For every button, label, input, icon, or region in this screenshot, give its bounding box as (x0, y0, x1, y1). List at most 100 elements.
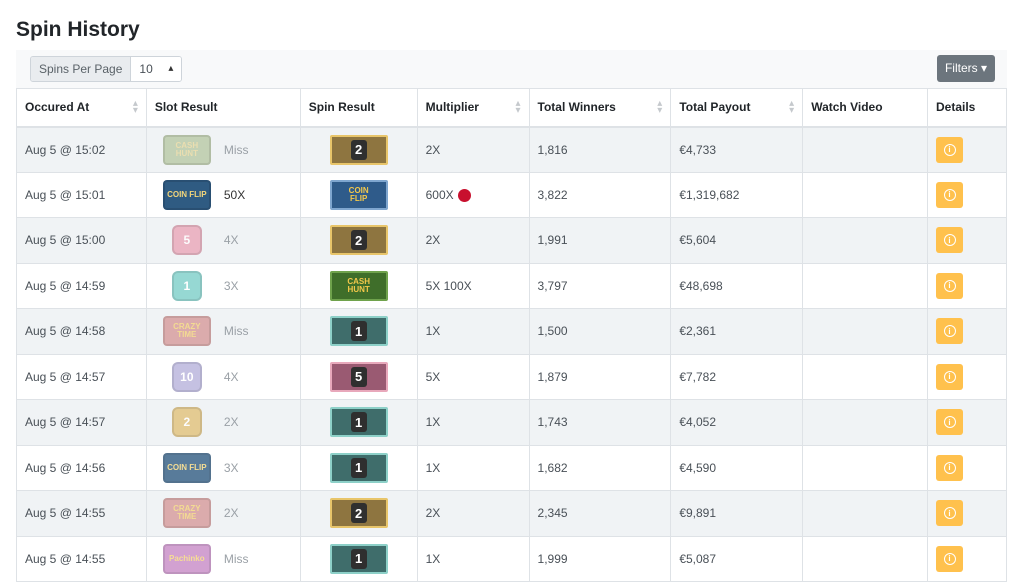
1-spin-icon: 1 (329, 316, 388, 347)
sort-icon[interactable]: ▴ ▾ (789, 99, 794, 116)
details-cell: i (927, 353, 1007, 400)
watch-video-cell (802, 490, 928, 537)
1-slot-icon: 1 (171, 270, 202, 301)
occured-at-cell: Aug 5 @ 14:55 (16, 535, 147, 582)
spin-label: COIN FLIP (348, 185, 369, 203)
watch-video-cell (802, 399, 928, 446)
table-row: Aug 5 @ 14:57 2 2X 1 1X 1,743 €4,052 i (16, 399, 1007, 446)
spin-number: 5 (350, 366, 367, 387)
info-icon: i (943, 370, 956, 383)
total-winners-cell: 3,822 (528, 171, 672, 218)
total-winners-cell: 1,991 (528, 217, 672, 264)
column-header-details: Details (927, 88, 1007, 128)
2-spin-icon: 2 (329, 134, 388, 165)
column-label: Slot Result (154, 100, 218, 115)
details-button[interactable]: i (936, 500, 963, 527)
sort-icon[interactable]: ▴ ▾ (515, 99, 520, 116)
details-button[interactable]: i (936, 318, 963, 345)
column-label: Total Winners (537, 100, 616, 115)
occured-at-cell: Aug 5 @ 15:01 (16, 171, 147, 218)
total-payout-cell: €4,733 (670, 126, 804, 173)
column-label: Spin Result (308, 100, 375, 115)
multiplier-value: 2X (425, 506, 441, 521)
total-payout-cell: €5,604 (670, 217, 804, 264)
total-payout-cell: €4,590 (670, 444, 804, 491)
spin-number: 2 (350, 503, 367, 524)
slot-result-text: 3X (223, 278, 239, 293)
column-header-slot-result: Slot Result (145, 88, 301, 128)
slot-result-cell: Pachinko Miss (145, 535, 301, 582)
column-header-total-winners[interactable]: Total Winners ▴ ▾ (528, 88, 672, 128)
spin-result-cell: 2 (299, 490, 418, 537)
spin-result-cell: 1 (299, 444, 418, 491)
coin-flip-spin-icon: COIN FLIP (329, 179, 388, 210)
total-payout-cell: €4,052 (670, 399, 804, 446)
multiplier-cell: 1X (416, 399, 530, 446)
spin-number: 2 (350, 139, 367, 160)
spins-per-page-select[interactable]: 10 ▴▾ (131, 57, 182, 81)
table-row: Aug 5 @ 15:00 5 4X 2 2X 1,991 €5,604 i (16, 217, 1007, 264)
table-row: Aug 5 @ 14:56 COIN FLIP 3X 1 1X 1,682 €4… (16, 444, 1007, 491)
filters-button[interactable]: Filters ▾ (936, 55, 995, 82)
table-row: Aug 5 @ 14:55 CRAZY TIME 2X 2 2X 2,345 €… (16, 490, 1007, 537)
slot-result-text: 3X (223, 460, 239, 475)
details-button[interactable]: i (936, 409, 963, 436)
2-spin-icon: 2 (329, 225, 388, 256)
details-cell: i (927, 171, 1007, 218)
slot-icon-label: Pachinko (169, 553, 205, 563)
details-button[interactable]: i (936, 545, 963, 572)
pachinko-slot-icon: Pachinko (162, 543, 211, 574)
info-icon: i (943, 143, 956, 156)
crazy-time-slot-icon: CRAZY TIME (162, 498, 211, 529)
column-header-occured-at[interactable]: Occured At ▴ ▾ (16, 88, 147, 128)
select-arrows-icon: ▴▾ (168, 63, 174, 74)
info-icon: i (943, 325, 956, 338)
occured-at-cell: Aug 5 @ 15:02 (16, 126, 147, 173)
details-button[interactable]: i (936, 136, 963, 163)
sort-icon[interactable]: ▴ ▾ (133, 99, 138, 116)
spin-result-cell: COIN FLIP (299, 171, 418, 218)
occured-at-cell: Aug 5 @ 15:00 (16, 217, 147, 264)
multiplier-cell: 2X (416, 490, 530, 537)
slot-result-cell: CASH HUNT Miss (145, 126, 301, 173)
slot-result-text: 2X (223, 506, 239, 521)
slot-result-text: Miss (223, 142, 249, 157)
details-button[interactable]: i (936, 454, 963, 481)
details-cell: i (927, 262, 1007, 309)
multiplier-value: 1X (425, 415, 441, 430)
multiplier-cell: 1X (416, 444, 530, 491)
spin-history-table: Occured At ▴ ▾ Slot Result Spin Result Mul… (16, 88, 1007, 582)
multiplier-value: 5X 100X (425, 278, 472, 293)
details-button[interactable]: i (936, 363, 963, 390)
multiplier-value: 5X (425, 369, 441, 384)
multiplier-cell: 1X (416, 308, 530, 355)
total-winners-cell: 1,816 (528, 126, 672, 173)
details-cell: i (927, 490, 1007, 537)
multiplier-value: 1X (425, 460, 441, 475)
watch-video-cell (802, 171, 928, 218)
page-title: Spin History (16, 18, 140, 41)
table-row: Aug 5 @ 15:02 CASH HUNT Miss 2 2X 1,816 … (16, 126, 1007, 173)
slot-result-text: 2X (223, 415, 239, 430)
slot-icon-label: CRAZY TIME (173, 504, 201, 522)
column-header-total-payout[interactable]: Total Payout ▴ ▾ (670, 88, 804, 128)
table-header-row: Occured At ▴ ▾ Slot Result Spin Result Mul… (16, 88, 1007, 128)
column-header-multiplier[interactable]: Multiplier ▴ ▾ (416, 88, 530, 128)
total-winners-cell: 1,500 (528, 308, 672, 355)
slot-icon-label: 5 (183, 233, 191, 248)
details-button[interactable]: i (936, 227, 963, 254)
slot-result-text: 4X (223, 233, 239, 248)
cash-hunt-spin-icon: CASH HUNT (329, 270, 388, 301)
watch-video-cell (802, 126, 928, 173)
details-button[interactable]: i (936, 181, 963, 208)
details-button[interactable]: i (936, 272, 963, 299)
total-payout-cell: €1,319,682 (670, 171, 804, 218)
spins-per-page-label: Spins Per Page (31, 57, 132, 81)
slot-icon-label: CRAZY TIME (173, 322, 201, 340)
sort-icon[interactable]: ▴ ▾ (657, 99, 662, 116)
watch-video-cell (802, 444, 928, 491)
table-row: Aug 5 @ 14:58 CRAZY TIME Miss 1 1X 1,500… (16, 308, 1007, 355)
spin-number: 1 (350, 548, 367, 569)
details-cell: i (927, 444, 1007, 491)
column-label: Details (936, 100, 976, 115)
